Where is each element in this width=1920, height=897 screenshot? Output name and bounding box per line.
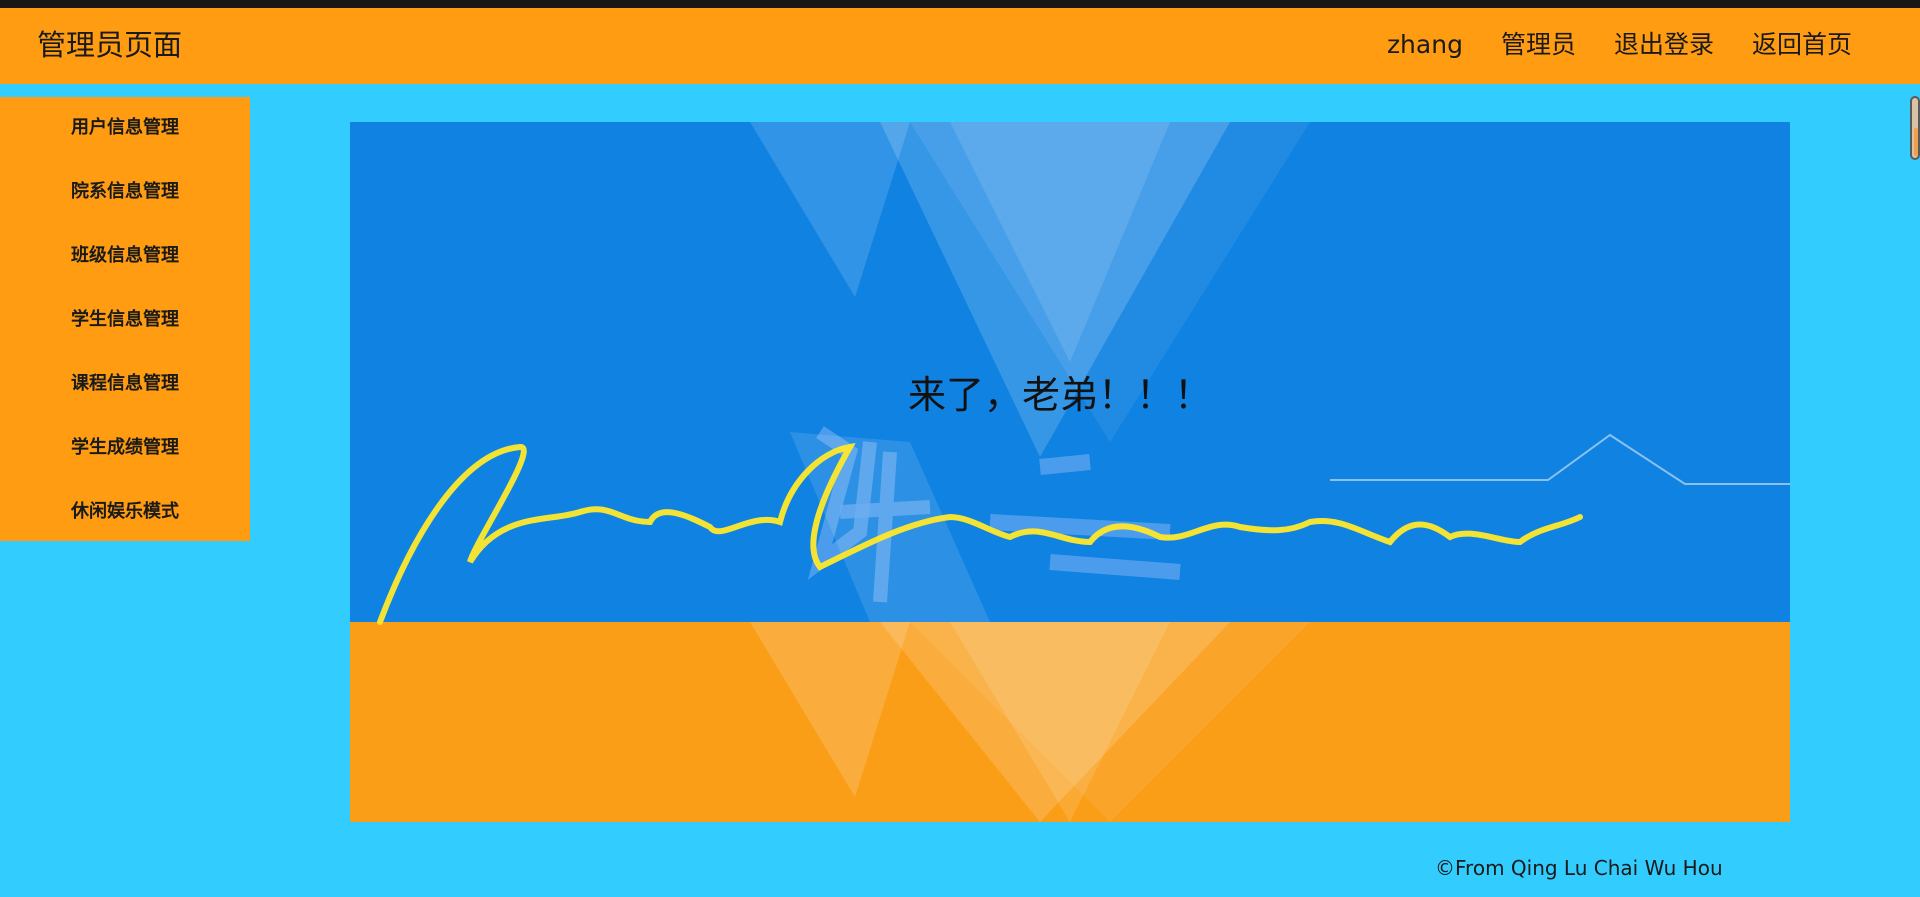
- banner-decoration: [377, 122, 1790, 822]
- top-strip: [0, 0, 1920, 8]
- banner-image: 来了，老弟！！！: [350, 122, 1790, 822]
- page-title: 管理员页面: [37, 28, 183, 62]
- nav-home-link[interactable]: 返回首页: [1752, 29, 1852, 61]
- header-nav: zhang 管理员 退出登录 返回首页: [1349, 29, 1852, 61]
- vertical-scrollbar[interactable]: [1910, 96, 1920, 160]
- sidebar: 用户信息管理 院系信息管理 班级信息管理 学生信息管理 课程信息管理 学生成绩管…: [0, 97, 250, 541]
- nav-role-link[interactable]: 管理员: [1501, 29, 1576, 61]
- sidebar-item-user-info[interactable]: 用户信息管理: [0, 97, 250, 160]
- sidebar-item-grade-management[interactable]: 学生成绩管理: [0, 416, 250, 480]
- sidebar-item-student-info[interactable]: 学生信息管理: [0, 288, 250, 352]
- sidebar-item-department-info[interactable]: 院系信息管理: [0, 160, 250, 224]
- nav-username-link[interactable]: zhang: [1387, 29, 1463, 61]
- footer-copyright: ©From Qing Lu Chai Wu Hou: [1435, 856, 1723, 880]
- nav-logout-link[interactable]: 退出登录: [1614, 29, 1714, 61]
- header-bar: 管理员页面 zhang 管理员 退出登录 返回首页: [0, 8, 1920, 84]
- sidebar-item-class-info[interactable]: 班级信息管理: [0, 224, 250, 288]
- sidebar-item-course-info[interactable]: 课程信息管理: [0, 352, 250, 416]
- sidebar-item-leisure-mode[interactable]: 休闲娱乐模式: [0, 480, 250, 544]
- banner-greeting: 来了，老弟！！！: [907, 373, 1212, 417]
